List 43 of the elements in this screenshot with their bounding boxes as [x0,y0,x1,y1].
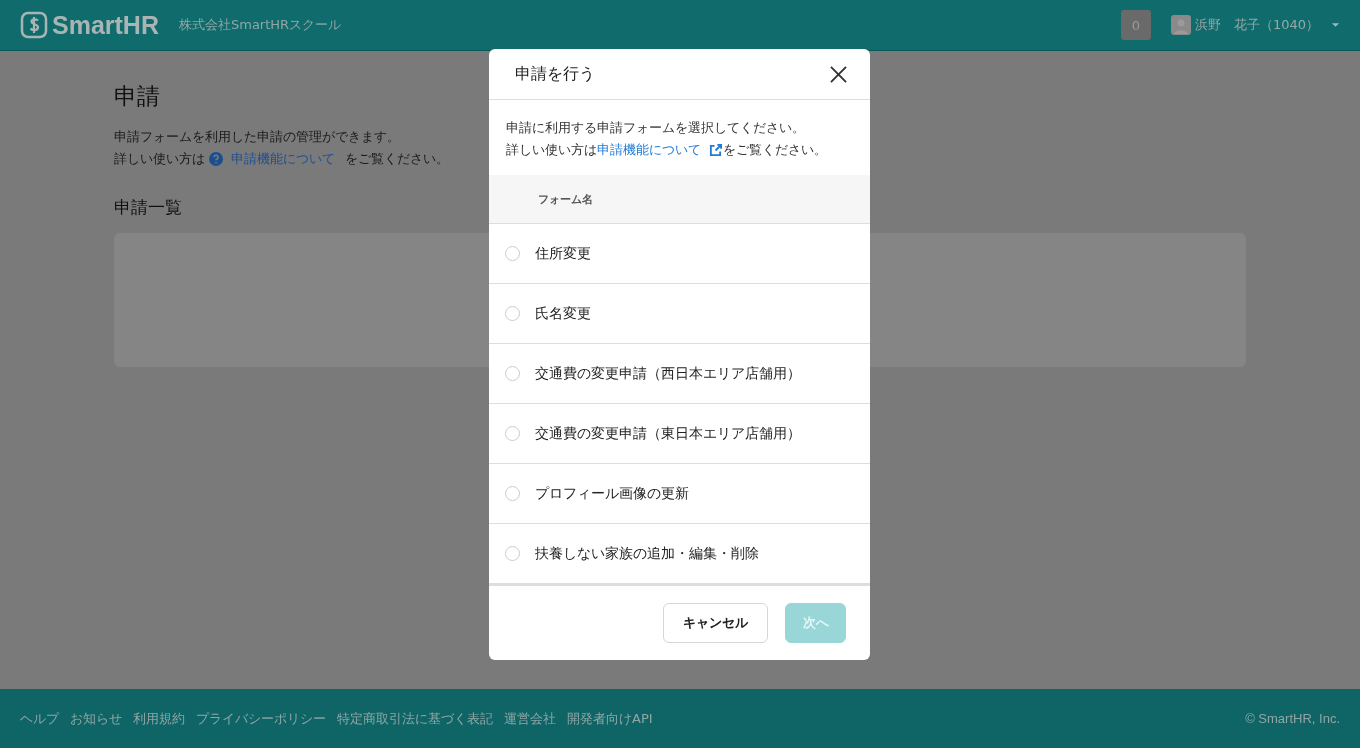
external-link-icon[interactable] [709,143,722,157]
form-row[interactable]: 住所変更 [489,224,870,284]
form-name: プロフィール画像の更新 [535,484,689,503]
column-header: フォーム名 [538,191,593,207]
footer-link[interactable]: 運営会社 [504,709,556,728]
footer-link[interactable]: 特定商取引法に基づく表記 [337,709,493,728]
footer-link[interactable]: お知らせ [70,709,122,728]
dialog-title: 申請を行う [515,63,595,85]
form-row[interactable]: 交通費の変更申請（西日本エリア店舗用） [489,344,870,404]
close-icon[interactable] [830,65,847,83]
footer-link[interactable]: 利用規約 [133,709,185,728]
logo-text[interactable]: SmartHR [52,10,159,40]
help-link[interactable]: 申請機能について [231,148,335,170]
form-row[interactable]: 交通費の変更申請（東日本エリア店舗用） [489,404,870,464]
form-name: 氏名変更 [535,304,591,323]
help-text: 詳しい使い方は [506,141,597,159]
form-name: 住所変更 [535,244,591,263]
form-row[interactable]: 氏名変更 [489,284,870,344]
help-icon [209,152,223,166]
help-link[interactable]: 申請機能について [597,139,701,161]
section-title: 申請一覧 [114,196,182,219]
help-text: 詳しい使い方は [114,150,205,168]
help-text: をご覧ください。 [723,141,827,159]
logo-icon[interactable] [20,11,48,39]
user-menu[interactable]: 浜野 花子（1040） [1170,15,1340,35]
footer-link[interactable]: 開発者向けAPI [567,709,653,728]
copyright: © SmartHR, Inc. [1245,711,1340,726]
user-name: 浜野 花子（1040） [1194,16,1319,34]
help-text: をご覧ください。 [345,150,449,168]
form-row[interactable]: プロフィール画像の更新 [489,464,870,524]
caret-icon [1331,22,1340,28]
avatar-icon [1170,15,1191,35]
company-name: 株式会社SmartHRスクール [179,16,342,34]
cancel-button[interactable]: キャンセル [663,603,768,643]
form-name: 扶養しない家族の追加・編集・削除 [535,544,759,563]
dialog-description: 申請に利用する申請フォームを選択してください。 [506,119,806,137]
page-title: 申請 [114,82,160,111]
form-name: 交通費の変更申請（東日本エリア店舗用） [535,424,801,443]
footer-link[interactable]: ヘルプ [20,709,59,728]
form-name: 交通費の変更申請（西日本エリア店舗用） [535,364,801,383]
form-row[interactable]: 扶養しない家族の追加・編集・削除 [489,524,870,584]
footer-link[interactable]: プライバシーポリシー [196,709,326,728]
page-description: 申請フォームを利用した申請の管理ができます。 [114,128,400,146]
